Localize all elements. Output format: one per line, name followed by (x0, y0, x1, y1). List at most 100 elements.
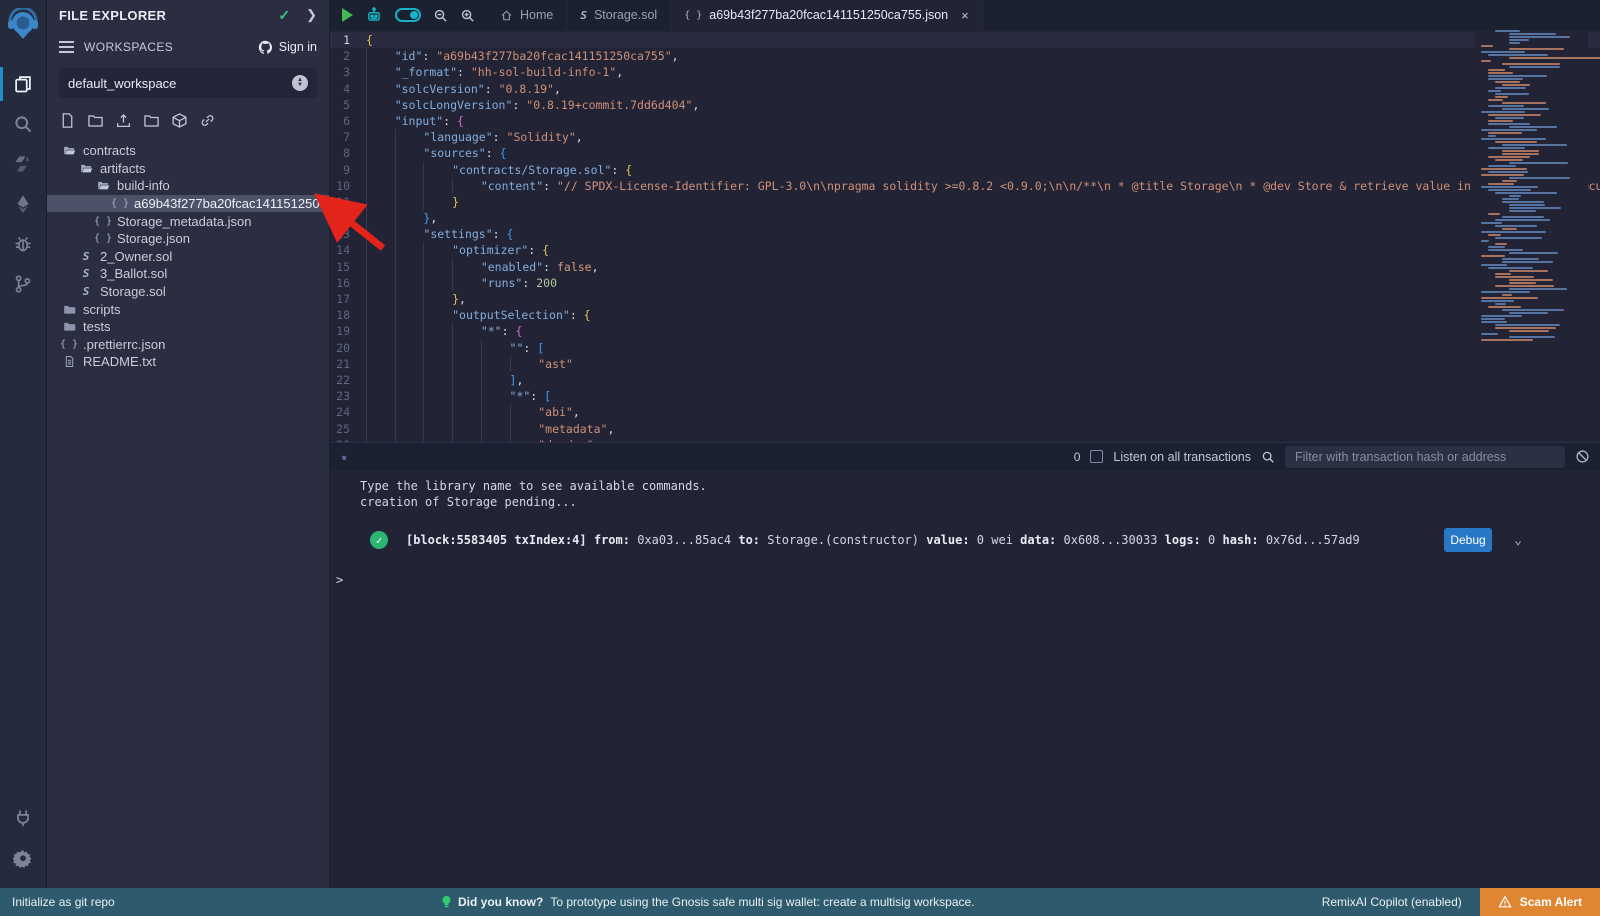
transaction-log-row[interactable]: ✓ [block:5583405 txIndex:4] from: 0xa03.… (360, 531, 1600, 549)
editor-line: 6 "input": { (330, 113, 1600, 129)
did-you-know-tip: Did you know? To prototype using the Gno… (442, 895, 975, 909)
scam-alert-button[interactable]: Scam Alert (1480, 888, 1600, 916)
tab-a69b43f277ba20fcac141151250ca755.json[interactable]: { }a69b43f277ba20fcac141151250ca755.json… (671, 0, 983, 30)
remix-ide-window: FILE EXPLORER ✓ ❯ WORKSPACES Sign in def… (0, 0, 1600, 916)
editor-line: 23 "*": [ (330, 388, 1600, 404)
workspace-select[interactable]: default_workspace ▲▼ (59, 68, 317, 98)
sidebar-item-file-explorer[interactable] (0, 64, 47, 104)
copilot-status[interactable]: RemixAI Copilot (enabled) (1322, 895, 1462, 909)
tree-item[interactable]: contracts (47, 142, 329, 160)
activity-bar (0, 0, 47, 888)
editor-line: 4 "solcVersion": "0.8.19", (330, 81, 1600, 97)
debug-button[interactable]: Debug (1444, 528, 1492, 552)
json-icon: { } (61, 339, 77, 350)
tree-item[interactable]: S 3_Ballot.sol (47, 265, 329, 283)
warning-icon (1498, 895, 1512, 909)
sidebar-item-search[interactable] (0, 104, 47, 144)
ipfs-box-icon[interactable] (171, 112, 188, 134)
tree-item[interactable]: artifacts (47, 160, 329, 178)
terminal-search-icon (1261, 450, 1275, 464)
editor-line: 20 "": [ (330, 340, 1600, 356)
git-branch-icon (13, 274, 33, 294)
search-icon (13, 114, 33, 134)
sidebar-item-plugin-manager[interactable] (0, 798, 47, 838)
sidebar-item-solidity-compiler[interactable] (0, 144, 47, 184)
editor-line: 16 "runs": 200 (330, 275, 1600, 291)
tree-item[interactable]: { } a69b43f277ba20fcac141151250ca7... (47, 195, 329, 213)
listen-all-checkbox[interactable] (1090, 450, 1103, 463)
editor-line: 25 "metadata", (330, 421, 1600, 437)
tree-item[interactable]: { } Storage.json (47, 230, 329, 248)
tree-item[interactable]: S 2_Owner.sol (47, 248, 329, 266)
close-tab-icon[interactable]: × (961, 8, 969, 23)
link-icon[interactable] (199, 112, 216, 134)
expand-terminal-icon[interactable]: ⌄⌄ (340, 455, 348, 458)
editor-line: 13 "settings": { (330, 226, 1600, 242)
file-actions-toolbar (47, 98, 329, 142)
run-script-button[interactable] (342, 8, 353, 22)
terminal[interactable]: Type the library name to see available c… (330, 470, 1600, 888)
editor-line: 19 "*": { (330, 323, 1600, 339)
editor-column: Home SStorage.sol { }a69b43f277ba20fcac1… (330, 0, 1600, 888)
sidebar-item-git[interactable] (0, 264, 47, 304)
editor-line: 9 "contracts/Storage.sol": { (330, 162, 1600, 178)
tree-item[interactable]: tests (47, 318, 329, 336)
tree-item[interactable]: build-info (47, 177, 329, 195)
tab-Storage.sol[interactable]: SStorage.sol (567, 0, 671, 30)
gear-icon (13, 848, 33, 868)
tree-item[interactable]: scripts (47, 300, 329, 318)
workspace-menu-icon[interactable] (59, 41, 74, 53)
ai-copilot-icon[interactable] (365, 6, 383, 24)
terminal-header: ⌄⌄ 0 Listen on all transactions (330, 442, 1600, 470)
copilot-toggle[interactable] (395, 8, 421, 22)
tree-item[interactable]: { } Storage_metadata.json (47, 212, 329, 230)
sidebar-item-debugger[interactable] (0, 224, 47, 264)
editor-line: 1{ (330, 32, 1600, 48)
tab-Home[interactable]: Home (487, 0, 567, 30)
sidebar-item-deploy-run[interactable] (0, 184, 47, 224)
editor-line: 22 ], (330, 372, 1600, 388)
upload-file-icon[interactable] (115, 112, 132, 134)
solidity-icon: S (78, 250, 94, 263)
solidity-icon (13, 154, 33, 174)
editor-line: 14 "optimizer": { (330, 242, 1600, 258)
editor-line: 12 }, (330, 210, 1600, 226)
github-icon (258, 40, 273, 55)
minimap[interactable] (1475, 30, 1588, 442)
panel-title: FILE EXPLORER (59, 8, 278, 23)
sidebar-item-settings[interactable] (0, 838, 47, 878)
lightbulb-icon (442, 896, 451, 908)
editor-line: 5 "solcLongVersion": "0.8.19+commit.7dd6… (330, 97, 1600, 113)
sign-in-button[interactable]: Sign in (258, 40, 317, 55)
tx-log-text: [block:5583405 txIndex:4] from: 0xa03...… (406, 533, 1360, 547)
zoom-in-icon[interactable] (460, 8, 475, 23)
editor-line: 18 "outputSelection": { (330, 307, 1600, 323)
remix-logo-icon[interactable] (6, 8, 40, 42)
code-editor[interactable]: 1{ 2 "id": "a69b43f277ba20fcac141151250c… (330, 30, 1600, 442)
tree-item[interactable]: S Storage.sol (47, 283, 329, 301)
new-folder-icon[interactable] (87, 112, 104, 134)
tab-bar: Home SStorage.sol { }a69b43f277ba20fcac1… (330, 0, 1600, 30)
files-icon (13, 74, 33, 94)
tx-filter-input[interactable] (1285, 446, 1565, 468)
tx-count-badge: 0 (1074, 450, 1081, 464)
tree-item[interactable]: README.txt (47, 353, 329, 371)
workspace-selected-value: default_workspace (68, 76, 292, 91)
folder-open-icon (61, 144, 77, 157)
new-file-icon[interactable] (59, 112, 76, 134)
ethereum-icon (13, 194, 33, 214)
editor-line: 3 "_format": "hh-sol-build-info-1", (330, 64, 1600, 80)
git-init-button[interactable]: Initialize as git repo (12, 895, 442, 909)
clear-console-icon[interactable] (1575, 449, 1590, 464)
tx-success-icon: ✓ (370, 531, 388, 549)
upload-folder-icon[interactable] (143, 112, 160, 134)
collapse-panel-icon[interactable]: ❯ (306, 7, 317, 23)
terminal-line: Type the library name to see available c… (360, 478, 1600, 494)
terminal-prompt[interactable]: > (336, 573, 1600, 587)
file-explorer-panel: FILE EXPLORER ✓ ❯ WORKSPACES Sign in def… (47, 0, 330, 888)
select-arrows-icon: ▲▼ (292, 75, 308, 91)
tx-expand-icon[interactable]: ⌄ (1514, 533, 1522, 548)
tree-item[interactable]: { } .prettierrc.json (47, 336, 329, 354)
status-check-icon: ✓ (278, 7, 290, 24)
zoom-out-icon[interactable] (433, 8, 448, 23)
